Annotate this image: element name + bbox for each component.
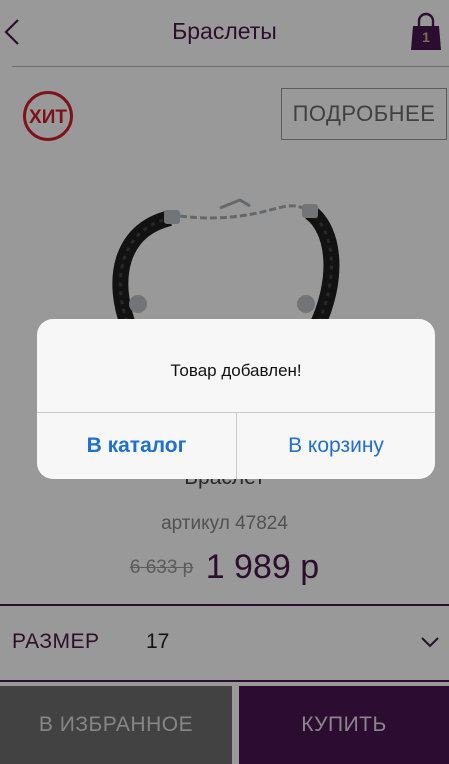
alert-message: Товар добавлен! bbox=[170, 361, 302, 380]
go-to-cart-button[interactable]: В корзину bbox=[237, 413, 435, 479]
added-to-cart-alert: Товар добавлен! В каталог В корзину bbox=[37, 319, 435, 479]
go-to-catalog-button[interactable]: В каталог bbox=[37, 413, 236, 479]
